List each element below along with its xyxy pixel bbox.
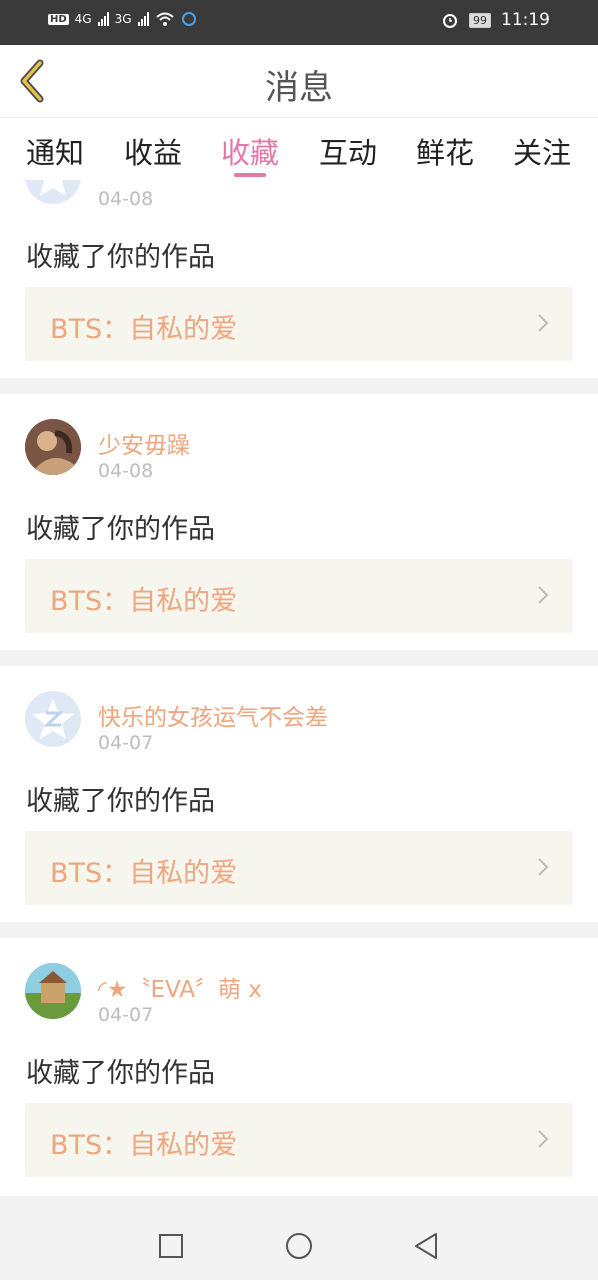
wifi-icon bbox=[155, 12, 174, 26]
message-date: 04-08 bbox=[98, 460, 154, 482]
message-action: 收藏了你的作品 bbox=[26, 786, 215, 817]
message-action: 收藏了你的作品 bbox=[26, 242, 215, 273]
list-item: 04-08 收藏了你的作品 BTS：自私的爱 bbox=[0, 180, 598, 378]
page-title: 消息 bbox=[265, 68, 333, 108]
message-date: 04-07 bbox=[98, 732, 154, 754]
avatar[interactable] bbox=[25, 963, 81, 1019]
user-photo-icon bbox=[25, 963, 81, 1019]
triangle-back-icon[interactable] bbox=[412, 1231, 440, 1261]
list-item: 快乐的女孩运气不会差 04-07 收藏了你的作品 BTS：自私的爱 bbox=[0, 666, 598, 922]
alarm-icon bbox=[443, 14, 457, 28]
work-title: BTS：自私的爱 bbox=[50, 1130, 238, 1161]
chevron-right-icon bbox=[538, 1130, 549, 1148]
default-avatar-icon bbox=[40, 180, 66, 196]
username[interactable]: 快乐的女孩运气不会差 bbox=[98, 698, 328, 732]
work-link[interactable]: BTS：自私的爱 bbox=[25, 559, 573, 633]
avatar[interactable] bbox=[25, 691, 81, 747]
signal-icon-2 bbox=[137, 12, 149, 26]
circle-icon[interactable] bbox=[284, 1231, 314, 1261]
list-item: ◜★〝EVA〞萌 x 04-07 收藏了你的作品 BTS：自私的爱 bbox=[0, 938, 598, 1196]
app-header: 消息 bbox=[0, 45, 598, 118]
message-list: 04-08 收藏了你的作品 BTS：自私的爱 少安毋躁 04-08 收藏了你的作… bbox=[0, 180, 598, 1210]
message-date: 04-07 bbox=[98, 1004, 154, 1026]
user-photo-icon bbox=[25, 419, 81, 475]
signal-icon bbox=[97, 12, 109, 26]
system-nav-bar bbox=[0, 1210, 598, 1280]
tab-notifications[interactable]: 通知 bbox=[15, 130, 95, 172]
status-bar: HD 4G 3G 99 11:19 bbox=[0, 0, 598, 45]
work-link[interactable]: BTS：自私的爱 bbox=[25, 287, 573, 361]
tab-favorites[interactable]: 收藏 bbox=[210, 130, 290, 172]
status-right: 99 11:19 bbox=[441, 10, 550, 30]
tab-interactions[interactable]: 互动 bbox=[308, 130, 388, 172]
chevron-right-icon bbox=[538, 858, 549, 876]
status-left: HD 4G 3G bbox=[48, 11, 197, 27]
avatar[interactable] bbox=[25, 180, 81, 204]
square-icon[interactable] bbox=[158, 1233, 184, 1259]
work-title: BTS：自私的爱 bbox=[50, 314, 238, 345]
message-action: 收藏了你的作品 bbox=[26, 1058, 215, 1089]
sync-icon bbox=[181, 12, 196, 26]
chevron-right-icon bbox=[538, 314, 549, 332]
work-link[interactable]: BTS：自私的爱 bbox=[25, 1103, 573, 1177]
tab-bar: 通知 收益 收藏 互动 鲜花 关注 bbox=[0, 118, 598, 180]
signal-4g-label: 4G bbox=[74, 12, 92, 26]
battery-indicator: 99 bbox=[469, 12, 491, 28]
active-tab-indicator bbox=[234, 173, 266, 177]
username[interactable]: ◜★〝EVA〞萌 x bbox=[98, 970, 262, 1004]
tab-earnings[interactable]: 收益 bbox=[113, 130, 193, 172]
hd-badge: HD bbox=[48, 13, 69, 25]
username[interactable]: 少安毋躁 bbox=[98, 426, 190, 460]
message-action: 收藏了你的作品 bbox=[26, 514, 215, 545]
work-link[interactable]: BTS：自私的爱 bbox=[25, 831, 573, 905]
default-avatar-icon bbox=[32, 699, 74, 739]
clock: 11:19 bbox=[501, 10, 550, 30]
message-date: 04-08 bbox=[98, 188, 154, 210]
list-item: 少安毋躁 04-08 收藏了你的作品 BTS：自私的爱 bbox=[0, 394, 598, 650]
tab-following[interactable]: 关注 bbox=[502, 130, 582, 172]
signal-3g-label: 3G bbox=[114, 12, 132, 26]
chevron-right-icon bbox=[538, 586, 549, 604]
work-title: BTS：自私的爱 bbox=[50, 586, 238, 617]
work-title: BTS：自私的爱 bbox=[50, 858, 238, 889]
avatar[interactable] bbox=[25, 419, 81, 475]
tab-flowers[interactable]: 鲜花 bbox=[405, 130, 485, 172]
